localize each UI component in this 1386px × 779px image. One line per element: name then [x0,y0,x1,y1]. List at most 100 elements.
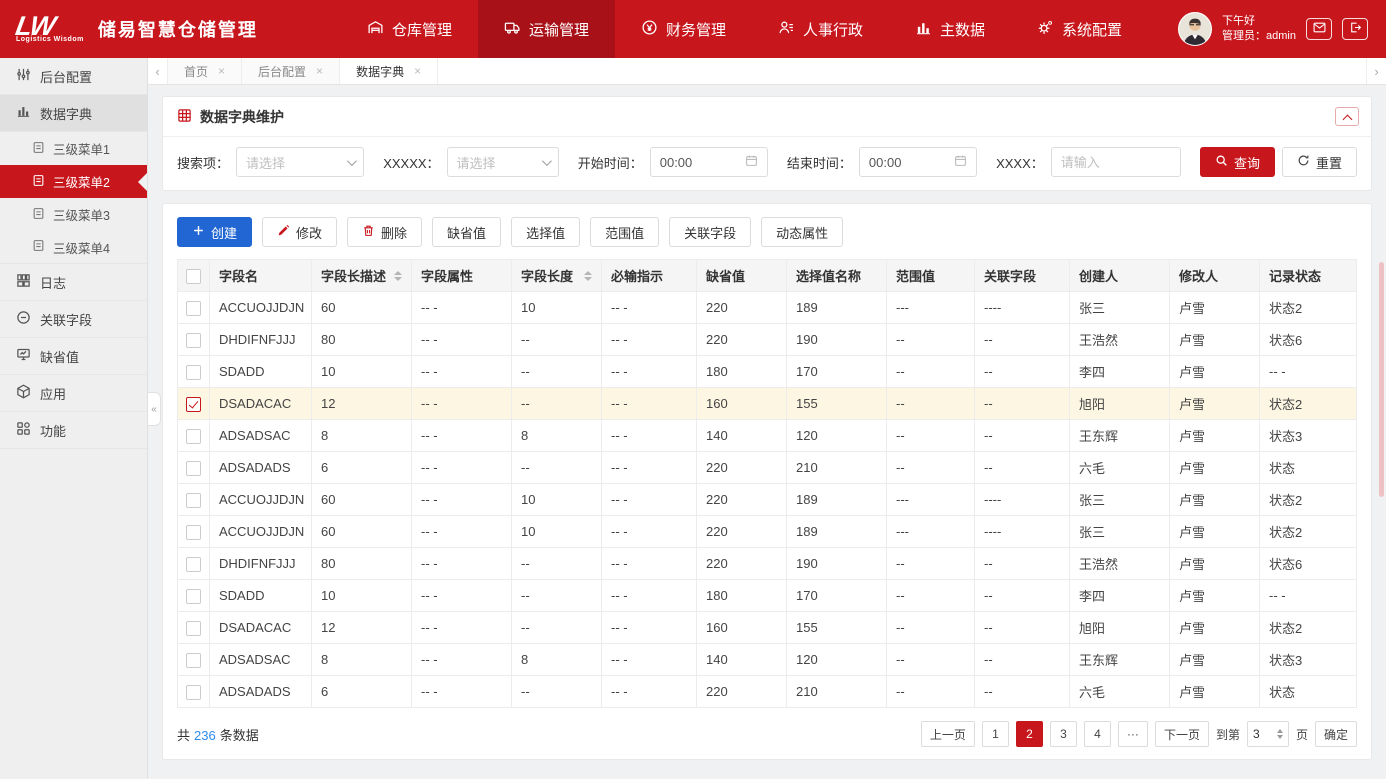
query-button[interactable]: 查询 [1200,147,1275,177]
panel-collapse-button[interactable] [1335,107,1359,126]
tab-close-icon[interactable]: × [316,64,323,78]
tabs-scroll-right[interactable]: › [1366,58,1386,84]
column-header[interactable]: 修改人 [1170,260,1260,292]
row-checkbox[interactable] [186,557,201,572]
column-header[interactable]: 记录状态 [1260,260,1357,292]
goto-page-input[interactable]: 3 [1247,721,1289,747]
row-checkbox[interactable] [186,685,201,700]
column-header[interactable]: 字段名 [210,260,312,292]
row-checkbox[interactable] [186,589,201,604]
select-value-button[interactable]: 选择值 [511,217,580,247]
nav-item-transport[interactable]: 运输管理 [478,0,615,58]
logout-button[interactable] [1342,18,1368,40]
sidebar-item-submenu-2[interactable]: 三级菜单2 [0,165,147,198]
tab-home[interactable]: 首页 × [168,58,242,84]
sidebar-item-linked-fields[interactable]: 关联字段 [0,301,147,338]
table-row[interactable]: DHDIFNFJJJ80-- ----- -220190----王浩然卢雪状态6 [178,324,1357,356]
linked-field-button[interactable]: 关联字段 [669,217,751,247]
row-checkbox[interactable] [186,653,201,668]
select-all-checkbox[interactable] [186,269,201,284]
confirm-button[interactable]: 确定 [1315,721,1357,747]
tabs-scroll-left[interactable]: ‹ [148,58,168,84]
next-page-button[interactable]: 下一页 [1155,721,1209,747]
column-header[interactable]: 范围值 [887,260,975,292]
nav-item-hr[interactable]: 人事行政 [752,0,889,58]
range-value-button[interactable]: 范围值 [590,217,659,247]
table-row[interactable]: DHDIFNFJJJ80-- ----- -220190----王浩然卢雪状态6 [178,548,1357,580]
column-header[interactable]: 关联字段 [975,260,1070,292]
tab-data-dictionary[interactable]: 数据字典 × [340,58,438,84]
spinner-icon[interactable] [1277,729,1283,739]
row-checkbox[interactable] [186,525,201,540]
mail-button[interactable] [1306,18,1332,40]
column-header[interactable]: 必输指示 [602,260,697,292]
row-checkbox[interactable] [186,461,201,476]
nav-item-finance[interactable]: 财务管理 [615,0,752,58]
page-button-active[interactable]: 2 [1016,721,1043,747]
row-checkbox[interactable] [186,621,201,636]
user-info[interactable]: 下午好 管理员：admin [1222,14,1296,44]
table-row[interactable]: DSADACAC12-- ----- -160155----旭阳卢雪状态2 [178,388,1357,420]
column-header-sortable[interactable]: 字段长描述 [312,260,412,292]
sort-icon[interactable] [394,271,402,281]
table-row[interactable]: SDADD10-- ----- -180170----李四卢雪-- - [178,356,1357,388]
nav-item-system-config[interactable]: 系统配置 [1011,0,1148,58]
reset-button[interactable]: 重置 [1282,147,1357,177]
xxxx-input[interactable] [1051,147,1181,177]
sidebar-item-applications[interactable]: 应用 [0,375,147,412]
edit-button[interactable]: 修改 [262,217,337,247]
sidebar-item-submenu-1[interactable]: 三级菜单1 [0,132,147,165]
table-row[interactable]: ACCUOJJDJN60-- -10-- -220189-------张三卢雪状… [178,484,1357,516]
xxxxx-select[interactable]: 请选择 [447,147,559,177]
tab-close-icon[interactable]: × [414,64,421,78]
search-item-select[interactable]: 请选择 [236,147,364,177]
column-header[interactable]: 字段属性 [412,260,512,292]
scrollbar-thumb[interactable] [1379,262,1384,497]
tab-close-icon[interactable]: × [218,64,225,78]
row-checkbox[interactable] [186,493,201,508]
table-row[interactable]: DSADACAC12-- ----- -160155----旭阳卢雪状态2 [178,612,1357,644]
app-logo[interactable]: LW Logistics Wisdom [16,16,84,43]
prev-page-button[interactable]: 上一页 [921,721,975,747]
row-checkbox[interactable] [186,365,201,380]
page-button[interactable]: 3 [1050,721,1077,747]
start-time-input[interactable]: 00:00 [650,147,768,177]
table-row[interactable]: ACCUOJJDJN60-- -10-- -220189-------张三卢雪状… [178,292,1357,324]
table-cell: -- [512,612,602,644]
page-button[interactable]: 4 [1084,721,1111,747]
table-row[interactable]: ADSADSAC8-- -8-- -140120----王东辉卢雪状态3 [178,420,1357,452]
table-row[interactable]: SDADD10-- ----- -180170----李四卢雪-- - [178,580,1357,612]
row-checkbox[interactable] [186,397,201,412]
row-checkbox[interactable] [186,301,201,316]
avatar[interactable] [1178,12,1212,46]
nav-item-warehouse[interactable]: 仓库管理 [341,0,478,58]
column-header-sortable[interactable]: 字段长度 [512,260,602,292]
default-value-button[interactable]: 缺省值 [432,217,501,247]
sidebar-item-functions[interactable]: 功能 [0,412,147,449]
delete-button[interactable]: 删除 [347,217,422,247]
sidebar-item-logs[interactable]: 日志 [0,264,147,301]
sort-icon[interactable] [584,271,592,281]
column-header[interactable]: 创建人 [1070,260,1170,292]
table-row[interactable]: ADSADSAC8-- -8-- -140120----王东辉卢雪状态3 [178,644,1357,676]
sidebar-item-submenu-4[interactable]: 三级菜单4 [0,231,147,264]
row-checkbox[interactable] [186,333,201,348]
column-header[interactable]: 缺省值 [697,260,787,292]
nav-item-master-data[interactable]: 主数据 [889,0,1011,58]
page-button[interactable]: 1 [982,721,1009,747]
sidebar-item-backend-config[interactable]: 后台配置 [0,58,147,95]
sidebar-item-data-dictionary[interactable]: 数据字典 [0,95,147,132]
table-row[interactable]: ACCUOJJDJN60-- -10-- -220189-------张三卢雪状… [178,516,1357,548]
sidebar-item-submenu-3[interactable]: 三级菜单3 [0,198,147,231]
column-header[interactable]: 选择值名称 [787,260,887,292]
create-button[interactable]: 创建 [177,217,252,247]
tab-backend-config[interactable]: 后台配置 × [242,58,340,84]
row-checkbox[interactable] [186,429,201,444]
dynamic-attr-button[interactable]: 动态属性 [761,217,843,247]
sidebar-item-default-values[interactable]: 缺省值 [0,338,147,375]
table-row[interactable]: ADSADADS6-- ----- -220210----六毛卢雪状态 [178,452,1357,484]
table-row[interactable]: ADSADADS6-- ----- -220210----六毛卢雪状态 [178,676,1357,708]
ellipsis-button[interactable]: ··· [1118,721,1148,747]
end-time-input[interactable]: 00:00 [859,147,977,177]
sidebar-collapse-handle[interactable]: « [148,392,161,426]
